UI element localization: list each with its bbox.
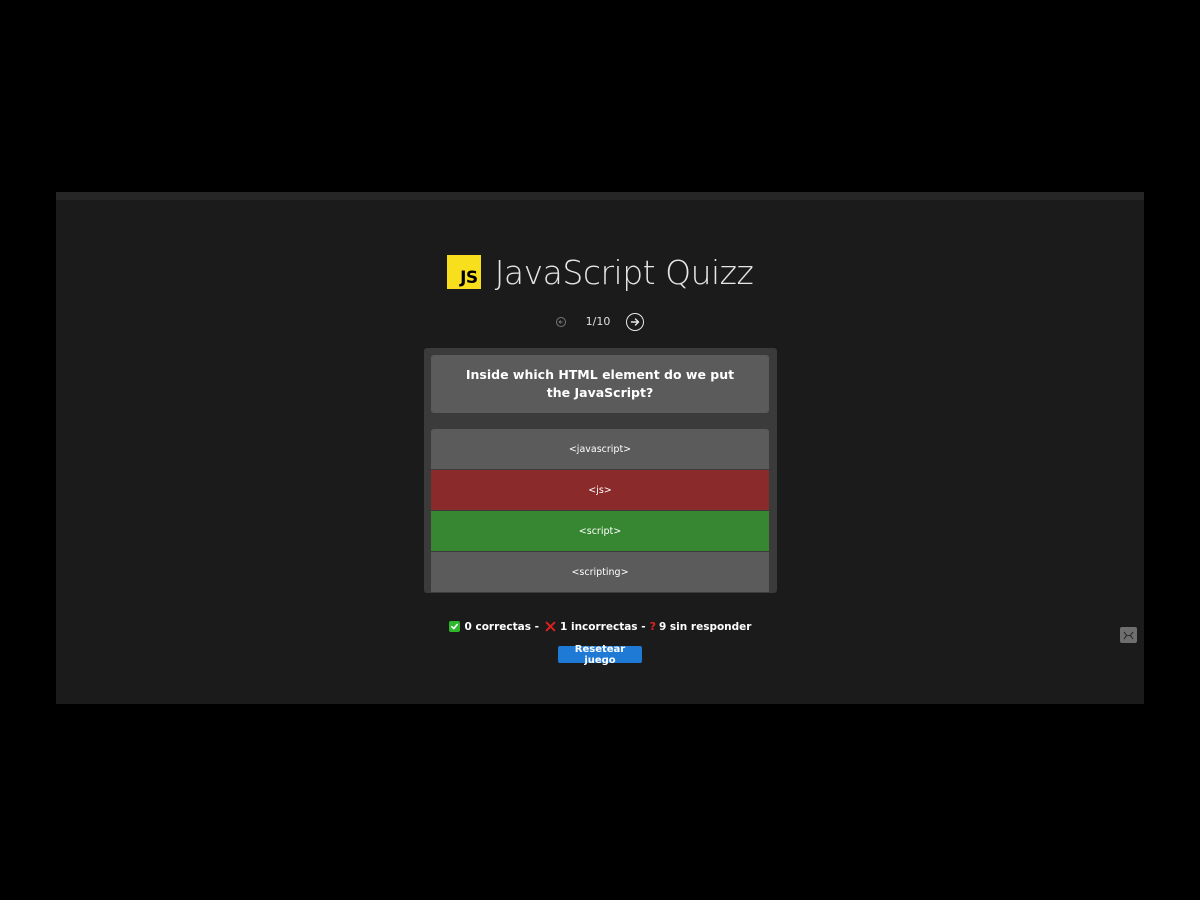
js-logo-text: JS xyxy=(460,268,478,288)
answer-option[interactable]: <javascript> xyxy=(431,429,769,469)
question-box: Inside which HTML element do we put the … xyxy=(431,355,769,413)
answer-label: <javascript> xyxy=(568,443,632,455)
incorrect-count: 1 incorrectas - xyxy=(560,620,646,633)
app-viewport: JS JavaScript Quizz 1/10 Inside which HT… xyxy=(56,192,1144,704)
cross-icon xyxy=(544,621,556,633)
app-header: JS JavaScript Quizz xyxy=(56,252,1144,292)
viewport-top-bar xyxy=(56,192,1144,200)
answer-label: <script> xyxy=(578,525,622,537)
js-logo-icon: JS xyxy=(446,255,481,289)
unanswered-count: 9 sin responder xyxy=(658,620,752,633)
question-nav: 1/10 xyxy=(56,312,1144,332)
answer-option[interactable]: <scripting> xyxy=(431,552,769,592)
answer-label: <js> xyxy=(588,484,612,496)
circle-arrow-left-icon[interactable] xyxy=(555,317,566,327)
page-title: JavaScript Quizz xyxy=(494,252,754,292)
extension-widget-icon[interactable] xyxy=(1120,627,1137,643)
check-glyph xyxy=(450,623,458,630)
widget-glyph xyxy=(1123,631,1134,639)
reset-game-button[interactable]: Resetear juego xyxy=(558,644,642,666)
answer-label: <scripting> xyxy=(571,566,629,578)
question-text: Inside which HTML element do we put the … xyxy=(465,367,735,400)
circle-arrow-right-icon[interactable] xyxy=(626,313,645,331)
answer-list: <javascript> <js> <script> <scripting> xyxy=(431,429,769,593)
question-card: Inside which HTML element do we put the … xyxy=(424,348,777,593)
arrow-right-glyph xyxy=(631,318,640,326)
cross-glyph xyxy=(545,621,555,632)
score-summary: 0 correctas - 1 incorrectas - ? 9 sin re… xyxy=(56,620,1144,633)
check-icon xyxy=(448,621,460,632)
arrow-left-glyph xyxy=(558,320,563,324)
correct-count: 0 correctas - xyxy=(464,620,540,633)
answer-option-correct[interactable]: <script> xyxy=(431,511,769,551)
question-mark-icon: ? xyxy=(649,620,656,633)
question-counter: 1/10 xyxy=(585,314,611,328)
answer-option-incorrect[interactable]: <js> xyxy=(431,470,769,510)
